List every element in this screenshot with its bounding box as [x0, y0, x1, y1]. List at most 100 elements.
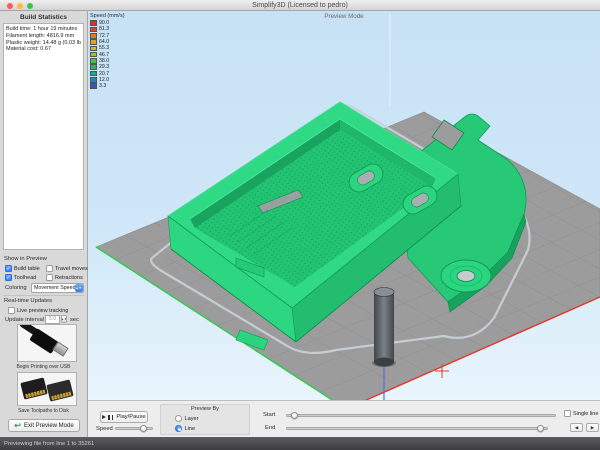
- checkbox-label: Retractions: [55, 275, 83, 281]
- exit-preview-mode-button[interactable]: ↩ Exit Preview Mode: [8, 419, 80, 432]
- checkbox-icon: [5, 274, 12, 281]
- build-statistics-panel: Build Statistics Build time: 1 hour 19 m…: [0, 11, 88, 437]
- legend-swatch: [90, 71, 97, 77]
- checkbox-icon: [5, 265, 12, 272]
- usb-tip-graphic: [52, 341, 68, 356]
- exit-button-label: Exit Preview Mode: [24, 423, 74, 429]
- checkbox-icon: [46, 274, 53, 281]
- speed-slider-thumb[interactable]: [140, 425, 147, 432]
- single-line-checkbox[interactable]: Single line only: [564, 410, 600, 417]
- checkbox-icon: [564, 410, 571, 417]
- legend-swatch: [90, 27, 97, 33]
- standoff-hole: [457, 271, 475, 282]
- speed-slider[interactable]: [115, 427, 153, 430]
- legend-swatch: [90, 58, 97, 64]
- back-arrow-icon: ↩: [14, 422, 21, 430]
- legend-swatch: [90, 77, 97, 83]
- coloring-value: Movement Speed: [32, 285, 75, 291]
- panel-title: Build Statistics: [0, 14, 87, 21]
- legend-value: 12.0: [99, 77, 109, 83]
- checkbox-icon: [8, 307, 15, 314]
- sd-card-graphic: [46, 379, 73, 401]
- 3d-preview-viewport[interactable]: Preview Mode: [88, 11, 600, 400]
- radio-icon: [175, 415, 182, 422]
- legend-swatch: [90, 46, 97, 52]
- legend-swatch: [90, 83, 97, 89]
- end-slider-label: End: [265, 425, 275, 431]
- status-bar: Previewing file from line 1 to 35261: [0, 437, 600, 450]
- speed-legend: Speed (mm/s) 90.081.372.764.055.346.738.…: [90, 13, 125, 89]
- stat-build-time: Build time: 1 hour 19 minutes: [6, 26, 81, 33]
- checkbox-label: Toolhead: [14, 275, 36, 281]
- legend-value: 20.7: [99, 71, 109, 77]
- start-slider-thumb[interactable]: [291, 412, 298, 419]
- update-interval-input[interactable]: 5.0: [45, 315, 60, 324]
- checkbox-travel-moves[interactable]: Travel moves: [46, 265, 88, 272]
- legend-value: 90.0: [99, 20, 109, 26]
- legend-title: Speed (mm/s): [90, 13, 125, 19]
- sd-card-graphic: [20, 377, 47, 399]
- legend-swatch: [90, 52, 97, 58]
- show-in-preview-label: Show in Preview: [4, 256, 47, 262]
- window-title: Simplify3D (Licensed to pedro): [0, 2, 600, 9]
- play-pause-button[interactable]: Play/Pause: [100, 411, 148, 423]
- update-interval-label: Update interval: [5, 317, 44, 323]
- coloring-label: Coloring: [5, 285, 27, 291]
- realtime-updates-label: Real-time Updates: [4, 298, 52, 304]
- legend-swatch: [90, 64, 97, 70]
- legend-swatch: [90, 39, 97, 45]
- build-statistics-box: Build time: 1 hour 19 minutes Filament l…: [3, 23, 84, 250]
- checkbox-label: Build table: [14, 266, 40, 272]
- legend-value: 64.0: [99, 39, 109, 45]
- legend-value: 72.7: [99, 33, 109, 39]
- stat-filament-length: Filament length: 4816.9 mm: [6, 33, 81, 40]
- speed-slider-label: Speed: [96, 426, 113, 432]
- checkbox-icon: [46, 265, 53, 272]
- radio-icon: [175, 425, 182, 432]
- disk-caption: Save Toolpaths to Disk: [0, 408, 87, 414]
- update-interval-unit: sec: [70, 317, 79, 323]
- radio-layer[interactable]: Layer: [175, 415, 199, 422]
- legend-value: 3.3: [99, 83, 106, 89]
- sd-pins-graphic: [25, 389, 45, 398]
- start-slider-label: Start: [263, 412, 275, 418]
- radio-label: Layer: [185, 416, 199, 422]
- stat-material-cost: Material cost: 0.67: [6, 46, 81, 53]
- divider: [3, 295, 84, 296]
- play-icon: [102, 415, 106, 419]
- legend-rows: 90.081.372.764.055.346.738.029.320.712.0…: [90, 20, 125, 89]
- checkbox-retractions[interactable]: Retractions: [46, 274, 83, 281]
- update-interval-stepper[interactable]: ▲▼: [61, 315, 67, 323]
- preview-by-group: Preview By Layer Line: [160, 404, 250, 435]
- checkbox-build-table[interactable]: Build table: [5, 265, 40, 272]
- pause-icon: [112, 415, 114, 420]
- start-slider[interactable]: [286, 414, 556, 417]
- legend-value: 29.3: [99, 64, 109, 70]
- legend-value: 38.0: [99, 58, 109, 64]
- legend-value: 46.7: [99, 52, 109, 58]
- checkbox-label: Travel moves: [55, 266, 88, 272]
- step-back-button[interactable]: ◀: [570, 423, 583, 432]
- step-forward-button[interactable]: ▶: [586, 423, 599, 432]
- usb-printing-image[interactable]: [17, 324, 77, 362]
- legend-value: 55.3: [99, 45, 109, 51]
- 3d-scene[interactable]: [88, 11, 600, 400]
- coloring-select[interactable]: Movement Speed ▲▼: [31, 283, 84, 293]
- pause-icon: [108, 415, 110, 420]
- sd-pins-graphic: [51, 391, 71, 400]
- radio-line[interactable]: Line: [175, 425, 195, 432]
- legend-swatch: [90, 20, 97, 26]
- checkbox-label: Single line only: [573, 411, 600, 417]
- end-slider[interactable]: [286, 427, 548, 430]
- titlebar: Simplify3D (Licensed to pedro): [0, 0, 600, 11]
- checkbox-toolhead[interactable]: Toolhead: [5, 274, 36, 281]
- checkbox-live-preview-tracking[interactable]: Live preview tracking: [8, 307, 68, 314]
- end-slider-thumb[interactable]: [537, 425, 544, 432]
- legend-value: 81.3: [99, 26, 109, 32]
- save-toolpaths-image[interactable]: [17, 372, 77, 406]
- stat-plastic-weight: Plastic weight: 14.48 g (0.03 lb): [6, 40, 81, 47]
- usb-caption: Begin Printing over USB: [0, 364, 87, 370]
- status-text: Previewing file from line 1 to 35261: [0, 441, 94, 447]
- legend-row: 3.3: [90, 83, 125, 89]
- radio-label: Line: [185, 426, 196, 432]
